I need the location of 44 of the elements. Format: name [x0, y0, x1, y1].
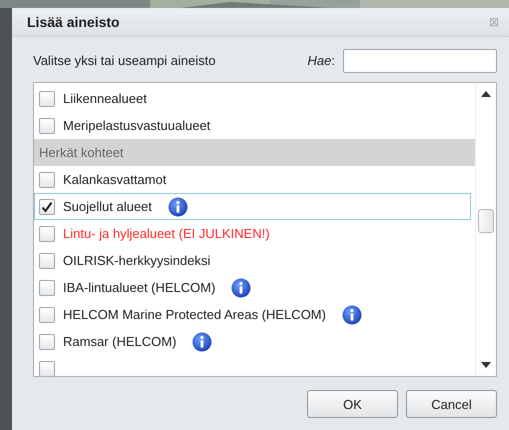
- group-header: Herkät kohteet: [34, 139, 475, 166]
- list-row[interactable]: Ramsar (HELCOM): [34, 328, 471, 356]
- list-row[interactable]: Meripelastusvastuualueet: [34, 112, 471, 140]
- layer-label: Suojellut alueet: [63, 199, 152, 214]
- layer-label: OILRISK-herkkyysindeksi: [63, 253, 210, 268]
- checkbox[interactable]: [39, 334, 55, 350]
- list-row[interactable]: IBA-lintualueet (HELCOM): [34, 274, 471, 302]
- info-icon[interactable]: [192, 332, 212, 352]
- info-icon[interactable]: [231, 278, 252, 298]
- info-icon[interactable]: [342, 304, 362, 325]
- checkbox[interactable]: [39, 226, 55, 242]
- layer-label: Ramsar (HELCOM): [63, 334, 176, 350]
- search-label: Hae:: [308, 53, 335, 68]
- search-field[interactable]: [343, 48, 497, 73]
- info-icon[interactable]: [168, 196, 188, 217]
- scrollbar[interactable]: [475, 83, 496, 376]
- checkbox[interactable]: [39, 252, 55, 269]
- dialog-title: Lisää aineisto: [27, 14, 120, 30]
- checkbox[interactable]: [39, 280, 55, 296]
- checkmark-icon: [41, 200, 53, 213]
- scroll-down-icon[interactable]: [481, 362, 491, 368]
- ok-button[interactable]: OK: [307, 390, 398, 418]
- checkbox[interactable]: [39, 198, 55, 215]
- list-row[interactable]: HELCOM Marine Protected Areas (HELCOM): [34, 301, 471, 328]
- layer-label: Meripelastusvastuualueet: [63, 118, 210, 134]
- list-row[interactable]: Lintu- ja hyljealueet (EI JULKINEN!): [34, 220, 471, 248]
- checkbox[interactable]: [39, 90, 55, 107]
- checkbox[interactable]: [39, 360, 55, 376]
- scroll-thumb[interactable]: [478, 209, 494, 234]
- layer-label: IBA-lintualueet (HELCOM): [63, 280, 216, 296]
- scroll-up-icon[interactable]: [481, 91, 491, 98]
- layer-label: Liikennealueet: [63, 91, 147, 106]
- instruction-text: Valitse yksi tai useampi aineisto: [33, 53, 217, 68]
- checkbox[interactable]: [39, 306, 55, 323]
- layer-label: Kalankasvattamot: [63, 172, 166, 188]
- cancel-button[interactable]: Cancel: [406, 390, 497, 418]
- focused-list-row[interactable]: Suojellut alueet: [34, 193, 471, 220]
- checkbox[interactable]: [39, 118, 55, 134]
- list-row[interactable]: OILRISK-herkkyysindeksi: [34, 247, 471, 274]
- list-row[interactable]: Kalankasvattamot: [34, 166, 471, 194]
- layer-label: HELCOM Marine Protected Areas (HELCOM): [63, 307, 326, 322]
- layer-label: Lintu- ja hyljealueet (EI JULKINEN!): [63, 226, 270, 242]
- checkbox[interactable]: [39, 172, 55, 188]
- list-row[interactable]: Liikennealueet: [34, 85, 471, 112]
